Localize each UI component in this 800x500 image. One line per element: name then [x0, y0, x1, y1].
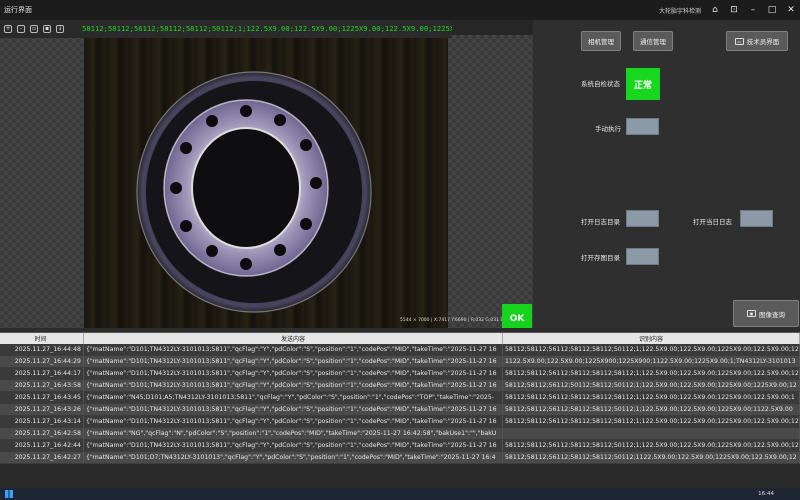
cell-sent: {"matName":"D101;TN4312LY-3101013;5811",…: [84, 356, 503, 367]
os-taskbar: 16:44: [0, 488, 800, 500]
save-icon[interactable]: ↓: [56, 25, 64, 33]
cell-sent: {"matName":"D101;TN4312LY-3101013;5811",…: [84, 344, 503, 355]
cell-recognized: 58112;58112;56112;58112;58112;58112;1;12…: [503, 392, 800, 403]
windows-icon: [5, 490, 13, 498]
taskbar-clock: 16:44: [758, 491, 774, 497]
system-status-indicator: 正常: [626, 68, 660, 100]
cell-sent: {"matName":"D101;TN4312LY-3101013;5811",…: [84, 380, 503, 391]
open-today-log-button[interactable]: [740, 210, 773, 227]
cell-recognized: 58112;58112;56112;58112;58112;50112;1;12…: [505, 440, 800, 451]
cell-time: 2025.11.27_16:42:44: [0, 440, 84, 451]
table-row[interactable]: 2025.11.27_16:42:44 {"matName":"D101;TN43…: [0, 440, 800, 452]
table-header: 时间 发送内容 识别内容: [0, 333, 800, 344]
table-row[interactable]: 2025.11.27_16:43:14 {"matName":"D101;TN43…: [0, 416, 800, 428]
open-log-dir-button[interactable]: [626, 210, 659, 227]
start-button[interactable]: [3, 489, 15, 499]
title-bar: 运行界面 大轮胎宇科检测 ⌂ ⊡ – □ ✕: [0, 0, 800, 20]
viewer-toolbar: + - ▫ ▪ ↓: [0, 20, 82, 38]
ok-indicator: OK: [502, 304, 532, 328]
cell-sent: {"matName":"D101;D7;TN4312LY-3101013","q…: [84, 452, 503, 463]
title-bar-right: 大轮胎宇科检测 ⌂ ⊡ – □ ✕: [659, 0, 796, 20]
manual-exec-button[interactable]: [626, 118, 659, 135]
image-query-label: 图像查询: [759, 310, 785, 319]
home-icon[interactable]: ⌂: [710, 5, 720, 15]
lock-icon[interactable]: ⊡: [729, 5, 739, 15]
cell-recognized: 58112;58112;56112;58112;58112;58112;1;12…: [505, 416, 800, 427]
crop-icon[interactable]: ▪: [43, 25, 51, 33]
image-status-line: 5544 × 7000 | X:7417 Y:6690 | R:032 G:03…: [400, 318, 514, 323]
cell-recognized: 58112;58112;56112;50112;58112;50112;1;12…: [503, 380, 800, 391]
table-body: 2025.11.27_16:44:48 {"matName":"D101;TN43…: [0, 344, 800, 464]
cell-time: 2025.11.27_16:42:58: [0, 428, 84, 439]
fit-icon[interactable]: ▫: [30, 25, 38, 33]
open-log-dir-label: 打开日志目录: [581, 218, 620, 226]
image-icon: ▣: [747, 310, 756, 317]
window-title: 运行界面: [4, 6, 32, 14]
camera-management-button[interactable]: 相机管理: [581, 31, 621, 51]
log-table[interactable]: 时间 发送内容 识别内容 2025.11.27_16:44:48 {"matNam…: [0, 332, 800, 488]
system-status-label: 系统自检状态: [581, 80, 620, 88]
manual-exec-label: 手动执行: [595, 125, 621, 133]
company-name: 大轮胎宇科检测: [658, 7, 701, 15]
cell-sent: {"matName":"D101;TN4312LY-3101013;5811",…: [84, 440, 503, 451]
table-row[interactable]: 2025.11.27_16:44:48 {"matName":"D101;TN43…: [0, 344, 800, 356]
column-header-recognized[interactable]: 识别内容: [503, 333, 800, 344]
close-icon[interactable]: ✕: [786, 5, 796, 15]
cell-time: 2025.11.27_16:43:26: [0, 404, 84, 415]
technician-ui-label: 技术员界面: [746, 38, 780, 46]
wheel-rim-image: [136, 71, 372, 313]
cell-sent: {"matName":"N45;D101;A5;TN4312LY-3101013…: [84, 392, 503, 403]
camera-image[interactable]: [84, 38, 448, 328]
monitor-icon: ▭: [734, 37, 744, 45]
cell-recognized: [503, 428, 800, 439]
cell-time: 2025.11.27_16:44:17: [0, 368, 84, 379]
cell-sent: {"matName":"D101;TN4312LY-3101013;5811",…: [84, 368, 503, 379]
zoom-out-icon[interactable]: -: [17, 25, 25, 33]
table-row[interactable]: 2025.11.27_16:42:58 {"matName":"NG","qcFl…: [0, 428, 800, 440]
column-header-time[interactable]: 时间: [0, 333, 84, 344]
cell-sent: {"matName":"D101;TN4312LY-3101013;5811",…: [84, 416, 503, 427]
cell-time: 2025.11.27_16:42:27: [0, 452, 84, 463]
cell-recognized: 58112;58112;56112;58112;58112;58112;1;12…: [505, 368, 800, 379]
open-image-dir-button[interactable]: [626, 248, 659, 265]
open-image-dir-label: 打开存图目录: [581, 254, 620, 262]
cell-recognized: 1122.5X9.00;122.5X9.00;1225X900;1225X900…: [503, 356, 800, 367]
cell-recognized: 58112;58112;56112;58112;58112;50112;1;12…: [503, 404, 800, 415]
table-row[interactable]: 2025.11.27_16:44:29 {"matName":"D101;TN43…: [0, 356, 800, 368]
technician-ui-button[interactable]: ▭ 技术员界面: [726, 31, 788, 51]
image-viewer: + - ▫ ▪ ↓ 58112;58112;56112;58112;58112;…: [0, 20, 533, 328]
communication-management-button[interactable]: 通信管理: [633, 31, 673, 51]
cell-sent: {"matName":"NG","qcFlag":"N","pdColor":"…: [84, 428, 503, 439]
table-row[interactable]: 2025.11.27_16:44:17 {"matName":"D101;TN43…: [0, 368, 800, 380]
cell-time: 2025.11.27_16:43:58: [0, 380, 84, 391]
cell-time: 2025.11.27_16:44:48: [0, 344, 84, 355]
minimize-icon[interactable]: –: [748, 5, 758, 15]
cell-recognized: 58112;58112;56112;58112;58112;50112;1122…: [503, 452, 800, 463]
column-header-sent[interactable]: 发送内容: [84, 333, 503, 344]
cell-recognized: 58112;58112;56112;58112;58112;50112;1;12…: [505, 344, 800, 355]
open-today-log-label: 打开当日日志: [693, 218, 732, 226]
app-window: 运行界面 大轮胎宇科检测 ⌂ ⊡ – □ ✕ + - ▫ ▪ ↓ 58112;5…: [0, 0, 800, 500]
cell-time: 2025.11.27_16:44:29: [0, 356, 84, 367]
cell-sent: {"matName":"D101;TN4312LY-3101013;5811",…: [84, 404, 503, 415]
cell-time: 2025.11.27_16:43:45: [0, 392, 84, 403]
table-row[interactable]: 2025.11.27_16:43:58 {"matName":"D101;TN43…: [0, 380, 800, 392]
cell-time: 2025.11.27_16:43:14: [0, 416, 84, 427]
decoded-code-text: 58112;58112;56112;58112;58112;50112;1;12…: [82, 20, 452, 38]
image-query-button[interactable]: ▣ 图像查询: [733, 300, 799, 327]
control-panel: 相机管理 通信管理 ▭ 技术员界面 系统自检状态 正常 手动执行 打开日志目录 …: [533, 20, 800, 328]
zoom-in-icon[interactable]: +: [4, 25, 12, 33]
maximize-icon[interactable]: □: [767, 5, 777, 15]
table-row[interactable]: 2025.11.27_16:42:27 {"matName":"D101;D7;T…: [0, 452, 800, 464]
table-row[interactable]: 2025.11.27_16:43:26 {"matName":"D101;TN43…: [0, 404, 800, 416]
table-row[interactable]: 2025.11.27_16:43:45 {"matName":"N45;D101;…: [0, 392, 800, 404]
